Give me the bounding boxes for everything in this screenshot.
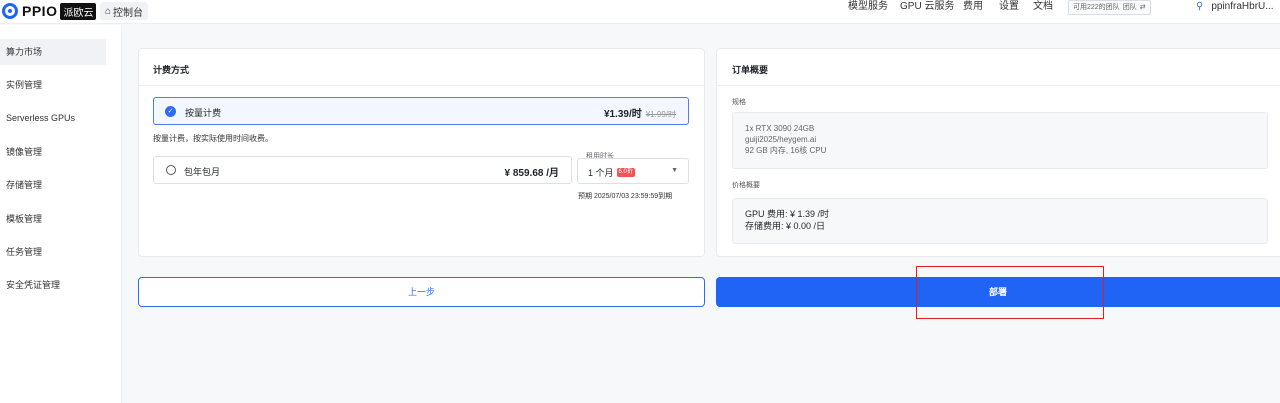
- billing-title: 计费方式: [153, 65, 190, 75]
- pay-as-you-go-label: 按量计费: [185, 108, 222, 118]
- gpu-fee: GPU 费用: ¥ 1.39 /时: [745, 209, 830, 219]
- pay-as-you-go-option[interactable]: ✓ 按量计费 ¥1.39/时 ¥1.99/时: [153, 97, 689, 125]
- console-link[interactable]: ⌂ 控制台: [100, 2, 149, 20]
- subscription-option[interactable]: 包年包月 ¥ 859.68 /月: [153, 156, 572, 184]
- spec-gpu: 1x RTX 3090 24GB: [745, 124, 815, 133]
- nav-gpu-cloud[interactable]: GPU 云服务: [900, 0, 954, 14]
- sidebar-item-templates[interactable]: 模板管理: [0, 206, 106, 232]
- pay-as-you-go-description: 按量计费，按实际使用时间收费。: [153, 134, 273, 143]
- nav-billing[interactable]: 费用: [963, 0, 983, 14]
- check-icon: ✓: [165, 106, 176, 117]
- sidebar-item-instances[interactable]: 实例管理: [0, 72, 106, 98]
- sidebar-item-credentials[interactable]: 安全凭证管理: [0, 272, 106, 298]
- spec-resources: 92 GB 内存, 16核 CPU: [745, 146, 827, 155]
- user-icon: ⚲: [1196, 1, 1204, 12]
- duration-value-group: 1 个月 6.0折: [588, 166, 635, 179]
- duration-value: 1 个月: [588, 168, 614, 178]
- pay-as-you-go-old-price: ¥1.99/时: [645, 110, 676, 119]
- subscription-label: 包年包月: [184, 167, 221, 177]
- top-bar: PPIO 派欧云 ⌂ 控制台 模型服务 GPU 云服务 费用 设置 文档 可用2…: [0, 0, 1280, 24]
- switch-icon: ⇄: [1139, 4, 1146, 11]
- storage-fee: 存储费用: ¥ 0.00 /日: [745, 221, 826, 231]
- spec-label: 规格: [732, 99, 746, 106]
- billing-divider: [139, 85, 704, 86]
- pay-as-you-go-price-group: ¥1.39/时 ¥1.99/时: [604, 105, 676, 120]
- spec-box: 1x RTX 3090 24GB guiji2025/heygem.ai 92 …: [732, 112, 1268, 169]
- user-name: ppinfraHbrU...: [1211, 1, 1274, 12]
- price-summary-label: 价格概要: [732, 182, 760, 189]
- sidebar-item-compute-market[interactable]: 算力市场: [0, 39, 106, 65]
- nav-settings[interactable]: 设置: [999, 0, 1019, 14]
- summary-divider: [717, 85, 1280, 86]
- sidebar: 算力市场 实例管理 Serverless GPUs 镜像管理 存储管理 模板管理…: [0, 25, 122, 403]
- home-icon: ⌂: [105, 5, 112, 17]
- sidebar-item-serverless[interactable]: Serverless GPUs: [0, 105, 106, 131]
- deploy-button[interactable]: 部署: [716, 277, 1280, 307]
- radio-icon[interactable]: [166, 165, 176, 175]
- subscription-price: ¥ 859.68 /月: [504, 168, 559, 179]
- sidebar-item-storage[interactable]: 存储管理: [0, 172, 106, 198]
- team-label: 团队: [1122, 4, 1137, 11]
- user-menu[interactable]: ⚲ ppinfraHbrU...: [1196, 0, 1274, 14]
- duration-select[interactable]: 1 个月 6.0折 ▼: [577, 158, 689, 184]
- prev-step-button[interactable]: 上一步: [138, 277, 705, 307]
- team-switcher[interactable]: 可用222的团队 团队 ⇄: [1068, 0, 1151, 15]
- nav-model-service[interactable]: 模型服务: [848, 0, 888, 14]
- nav-docs[interactable]: 文档: [1033, 0, 1053, 14]
- console-label: 控制台: [113, 7, 144, 19]
- billing-card: [138, 48, 705, 257]
- discount-badge: 6.0折: [616, 168, 635, 177]
- brand-name: PPIO: [22, 3, 58, 19]
- order-summary-title: 订单概要: [732, 65, 769, 75]
- brand-logo[interactable]: PPIO 派欧云: [2, 2, 97, 20]
- spec-image: guiji2025/heygem.ai: [745, 135, 817, 144]
- price-summary-box: GPU 费用: ¥ 1.39 /时 存储费用: ¥ 0.00 /日: [732, 198, 1268, 244]
- chevron-down-icon: ▼: [671, 167, 678, 174]
- team-available: 可用222的团队: [1073, 4, 1120, 11]
- pay-as-you-go-price: ¥1.39/时: [603, 109, 642, 120]
- ppio-logo-icon: [2, 3, 18, 19]
- expire-text: 预期 2025/07/03 23:59:59到期: [578, 193, 673, 200]
- sidebar-item-images[interactable]: 镜像管理: [0, 139, 106, 165]
- brand-badge: 派欧云: [60, 2, 97, 20]
- sidebar-item-tasks[interactable]: 任务管理: [0, 239, 106, 265]
